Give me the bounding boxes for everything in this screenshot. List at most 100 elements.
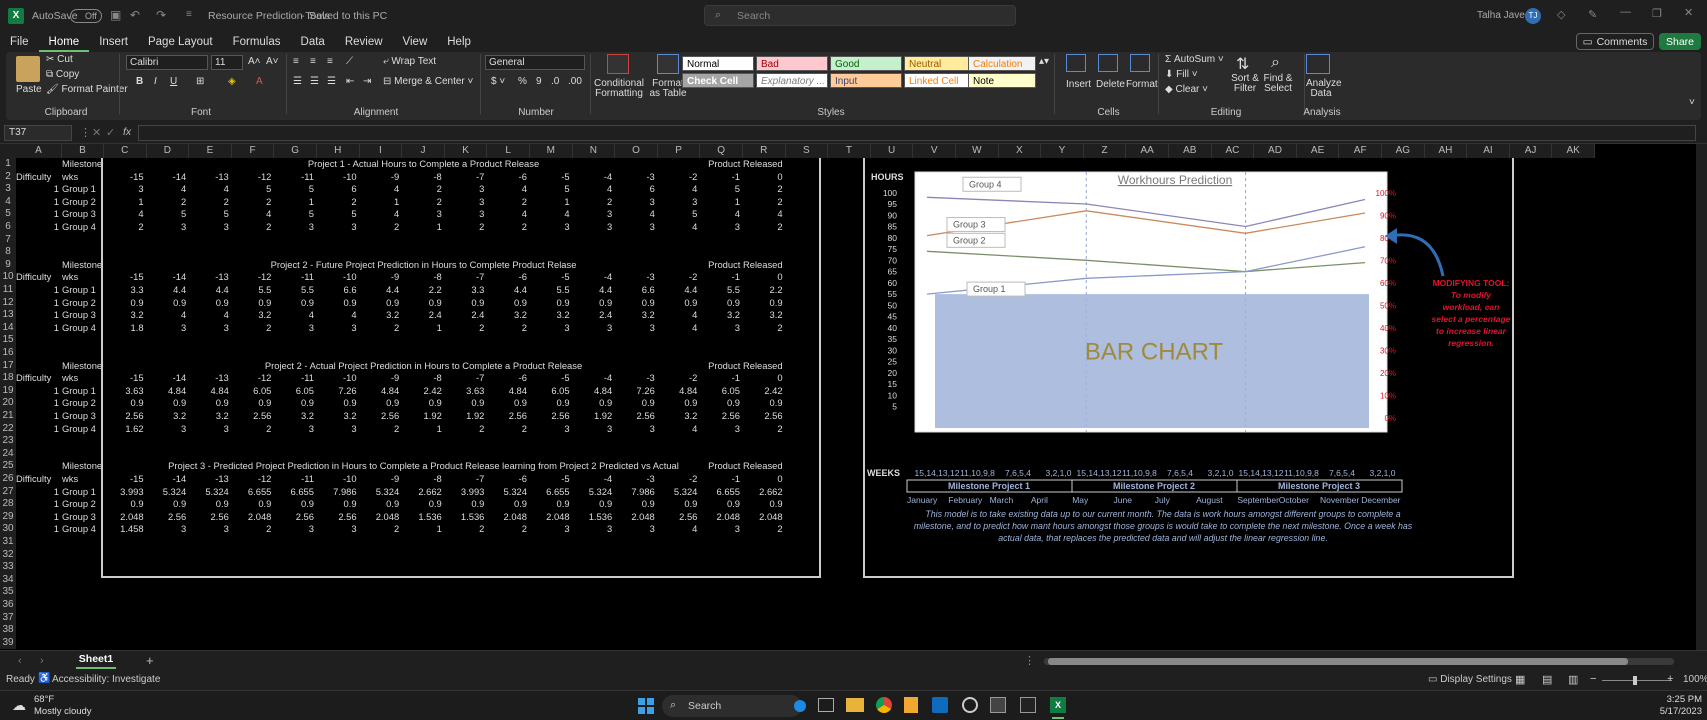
fill-button[interactable]: ⬇ Fill ˅	[1165, 69, 1198, 80]
taskbar-search[interactable]: ⌕ Search	[662, 695, 806, 717]
column-header[interactable]: M	[530, 144, 573, 158]
align-bottom-icon[interactable]: ≡	[327, 56, 333, 67]
column-header[interactable]: AK	[1552, 144, 1595, 158]
style-linked-cell[interactable]: Linked Cell	[904, 73, 976, 88]
row-header[interactable]: 36	[0, 599, 16, 612]
difficulty-cell[interactable]: 1	[16, 423, 59, 436]
column-header[interactable]: A	[16, 144, 62, 158]
align-left-icon[interactable]: ☰	[293, 76, 302, 87]
paste-button[interactable]: Paste	[16, 84, 42, 95]
difficulty-cell[interactable]: 1	[16, 221, 59, 234]
row-header[interactable]: 17	[0, 359, 16, 373]
row-header[interactable]: 19	[0, 384, 16, 398]
add-sheet-icon[interactable]: +	[146, 653, 154, 668]
bing-icon[interactable]	[794, 700, 806, 712]
format-cells-button[interactable]: Format	[1126, 79, 1158, 90]
pen-icon[interactable]: ✎	[1588, 8, 1597, 21]
menu-formulas[interactable]: Formulas	[223, 32, 291, 52]
formula-input[interactable]	[138, 125, 1696, 141]
group-name-cell[interactable]: Group 2	[62, 498, 101, 511]
function-icon[interactable]: fx	[123, 126, 131, 138]
analyze-data-icon[interactable]	[1306, 54, 1330, 74]
column-header[interactable]: AF	[1339, 144, 1382, 158]
wks-label[interactable]: wks	[62, 372, 101, 385]
format-painter-button[interactable]: 🖌 Format Painter	[46, 84, 128, 95]
insert-cells-button[interactable]: Insert	[1066, 79, 1091, 90]
difficulty-cell[interactable]: 1	[16, 322, 59, 335]
chart-panel[interactable]: Workhours Prediction HOURS 100 95 90 85 80 75 70…	[863, 158, 1514, 578]
outdent-icon[interactable]: ⇥	[363, 76, 371, 87]
style-bad[interactable]: Bad	[756, 56, 828, 71]
wks-label[interactable]: wks	[62, 171, 101, 184]
style-check-cell[interactable]: Check Cell	[682, 73, 754, 88]
row-header[interactable]: 27	[0, 485, 16, 499]
column-header[interactable]: G	[274, 144, 317, 158]
row-header[interactable]: 21	[0, 410, 16, 423]
column-header[interactable]: B	[62, 144, 104, 158]
row-header[interactable]: 14	[0, 321, 16, 335]
zoom-out-icon[interactable]: −	[1590, 673, 1596, 685]
group-name-cell[interactable]: Group 1	[62, 486, 101, 499]
row-header[interactable]: 24	[0, 447, 16, 461]
task-view-icon[interactable]	[818, 698, 834, 712]
row-header[interactable]: 18	[0, 372, 16, 385]
prev-sheet-icon[interactable]: ‹	[18, 655, 22, 667]
save-icon[interactable]: ▣	[110, 8, 121, 22]
column-header[interactable]: F	[231, 144, 275, 158]
merge-center-button[interactable]: ⊟ Merge & Center ˅	[383, 76, 473, 87]
row-header[interactable]: 1	[0, 158, 16, 171]
group-name-cell[interactable]: Group 4	[62, 523, 101, 536]
sticky-notes-icon[interactable]	[904, 697, 918, 713]
row-header[interactable]: 22	[0, 422, 16, 436]
difficulty-label[interactable]: Difficulty	[16, 271, 59, 284]
row-header[interactable]: 25	[0, 460, 16, 473]
bold-button[interactable]: B	[136, 76, 143, 87]
difficulty-cell[interactable]: 1	[16, 208, 59, 221]
percent-icon[interactable]: %	[518, 76, 527, 87]
number-format-select[interactable]: General	[485, 55, 585, 70]
row-header[interactable]: 29	[0, 510, 16, 524]
group-name-cell[interactable]: Group 2	[62, 397, 101, 410]
start-menu-icon[interactable]	[638, 698, 654, 714]
row-header[interactable]: 35	[0, 586, 16, 599]
minimize-icon[interactable]: —	[1620, 6, 1631, 18]
difficulty-label[interactable]: Difficulty	[16, 171, 59, 184]
style-note[interactable]: Note	[968, 73, 1036, 88]
row-header[interactable]: 3	[0, 183, 16, 196]
group-name-cell[interactable]: Group 3	[62, 511, 101, 524]
row-header[interactable]: 10	[0, 271, 16, 284]
search-box[interactable]: ⌕ Search	[704, 5, 1016, 26]
format-cells-icon[interactable]	[1130, 54, 1150, 72]
row-header[interactable]: 38	[0, 624, 16, 637]
column-header[interactable]: AA	[1126, 144, 1169, 158]
conditional-formatting-icon[interactable]	[607, 54, 629, 74]
undo-icon[interactable]: ↶	[130, 8, 140, 22]
difficulty-cell[interactable]: 1	[16, 397, 59, 410]
row-header[interactable]: 6	[0, 221, 16, 234]
zoom-in-icon[interactable]: +	[1667, 673, 1673, 685]
row-header[interactable]: 30	[0, 523, 16, 536]
close-icon[interactable]: ✕	[1684, 6, 1693, 19]
row-header[interactable]: 20	[0, 397, 16, 410]
row-header[interactable]: 5	[0, 208, 16, 221]
column-header[interactable]: AJ	[1509, 144, 1553, 158]
column-header[interactable]: AG	[1382, 144, 1425, 158]
wrap-text-button[interactable]: ⤶ Wrap Text	[383, 56, 436, 67]
increase-decimal-icon[interactable]: .0	[551, 76, 559, 87]
group-name-cell[interactable]: Group 4	[62, 322, 101, 335]
page-layout-view-icon[interactable]: ▤	[1542, 673, 1552, 686]
redo-icon[interactable]: ↷	[156, 8, 166, 22]
normal-view-icon[interactable]: ▦	[1515, 673, 1525, 686]
row-header[interactable]: 23	[0, 435, 16, 448]
customize-qat-icon[interactable]: ≡	[186, 9, 192, 20]
collapse-ribbon-icon[interactable]: ˅	[1689, 97, 1695, 108]
group-name-cell[interactable]: Group 4	[62, 423, 101, 436]
orientation-icon[interactable]: ⟋	[346, 56, 353, 67]
menu-page-layout[interactable]: Page Layout	[138, 32, 223, 52]
sort-filter-icon[interactable]: ⇅	[1236, 54, 1249, 74]
difficulty-cell[interactable]: 1	[16, 498, 59, 511]
column-header[interactable]: T	[828, 144, 871, 158]
italic-button[interactable]: I	[154, 76, 157, 87]
style-calculation[interactable]: Calculation	[968, 56, 1036, 71]
sheet-tab-sheet1[interactable]: Sheet1	[76, 652, 116, 669]
